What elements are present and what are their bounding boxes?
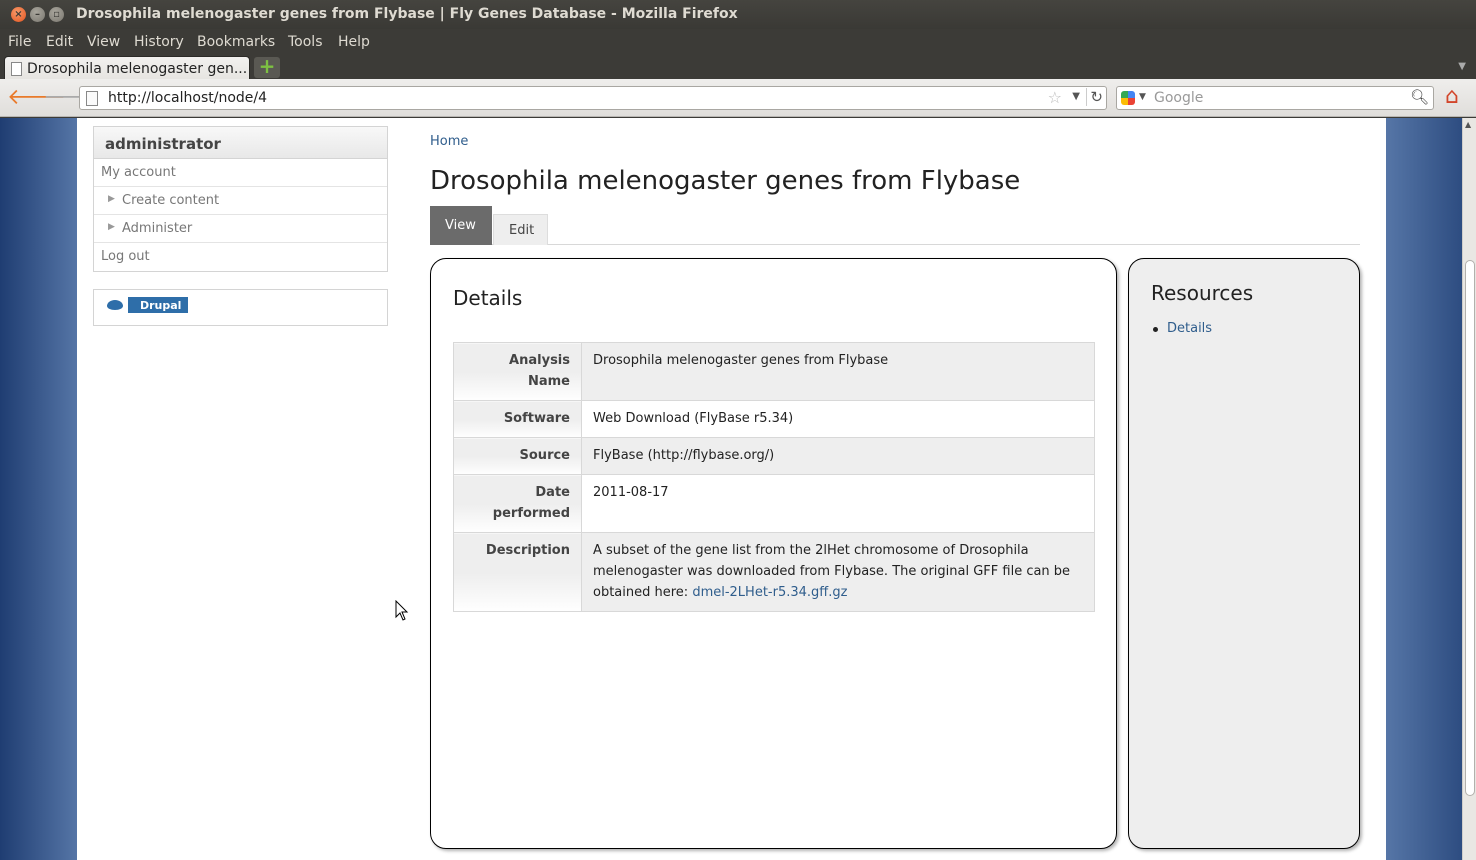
details-panel: Details Analysis Name Drosophila melenog… [430, 258, 1117, 849]
sidebar-item-label: Create content [122, 193, 220, 208]
table-row: Software Web Download (FlyBase r5.34) [453, 400, 1095, 438]
page-icon [11, 62, 22, 76]
search-engine-dropdown-icon[interactable]: ▼ [1139, 92, 1146, 102]
sidebar-item-administer[interactable]: ▶ Administer [94, 215, 387, 243]
row-value: 2011-08-17 [581, 474, 1095, 533]
url-dropdown-icon[interactable]: ▼ [1072, 91, 1080, 102]
node-tabs: View Edit [430, 206, 1360, 245]
resource-link-details[interactable]: Details [1153, 321, 1212, 336]
tab-view[interactable]: View [430, 206, 492, 245]
browser-tab[interactable]: Drosophila melenogaster gen... [4, 56, 250, 80]
bookmark-star-icon[interactable]: ☆ [1048, 88, 1062, 107]
table-row: Source FlyBase (http://flybase.org/) [453, 437, 1095, 475]
search-icon[interactable]: 🔍︎ [1410, 88, 1429, 106]
minimize-window-button[interactable]: – [30, 7, 45, 22]
page-title: Drosophila melenogaster genes from Flyba… [430, 166, 1021, 196]
drupal-badge[interactable]: Drupal [102, 297, 188, 313]
gff-file-link[interactable]: dmel-2LHet-r5.34.gff.gz [692, 585, 847, 600]
new-tab-button[interactable]: + [254, 56, 280, 78]
url-bar[interactable]: http://localhost/node/4 ☆ ▼ ↻ [79, 86, 1107, 110]
search-input[interactable] [1154, 88, 1404, 108]
row-label: Analysis Name [453, 342, 582, 401]
vertical-scrollbar[interactable]: ▲ [1462, 118, 1476, 860]
page-icon [86, 91, 98, 106]
expand-arrow-icon: ▶ [108, 222, 115, 232]
powered-by-block: Drupal [93, 289, 388, 326]
row-label: Source [453, 437, 582, 475]
page-body: administrator My account ▶ Create conten… [77, 118, 1386, 860]
resources-heading: Resources [1151, 281, 1254, 305]
window-title: Drosophila melenogaster genes from Flyba… [76, 6, 738, 22]
sidebar-item-my-account[interactable]: My account [94, 159, 387, 187]
breadcrumb-home-link[interactable]: Home [430, 134, 468, 149]
tab-edit[interactable]: Edit [493, 214, 548, 245]
row-value: FlyBase (http://flybase.org/) [581, 437, 1095, 475]
row-value: Drosophila melenogaster genes from Flyba… [581, 342, 1095, 401]
tab-title: Drosophila melenogaster gen... [27, 61, 248, 77]
sidebar-item-create-content[interactable]: ▶ Create content [94, 187, 387, 215]
list-tabs-icon[interactable]: ▼ [1458, 61, 1466, 72]
resources-list: Details [1153, 321, 1212, 336]
user-menu-heading: administrator [94, 127, 387, 159]
menu-tools[interactable]: Tools [288, 34, 323, 50]
row-value: A subset of the gene list from the 2lHet… [581, 532, 1095, 612]
row-value: Web Download (FlyBase r5.34) [581, 400, 1095, 438]
resources-panel: Resources Details [1128, 258, 1360, 849]
menu-view[interactable]: View [87, 34, 120, 50]
row-label: Description [453, 532, 582, 612]
url-text[interactable]: http://localhost/node/4 [108, 90, 267, 106]
menu-help[interactable]: Help [338, 34, 370, 50]
table-row: Description A subset of the gene list fr… [453, 532, 1095, 612]
table-row: Analysis Name Drosophila melenogaster ge… [453, 342, 1095, 401]
details-heading: Details [453, 286, 523, 310]
web-viewport: administrator My account ▶ Create conten… [0, 118, 1476, 860]
row-label: Date performed [453, 474, 582, 533]
reload-icon[interactable]: ↻ [1086, 88, 1103, 106]
scrollbar-thumb[interactable] [1465, 260, 1475, 796]
user-menu-block: administrator My account ▶ Create conten… [93, 126, 388, 272]
sidebar-item-log-out[interactable]: Log out [94, 243, 387, 271]
sidebar-item-label: Log out [101, 249, 150, 264]
sidebar-item-label: My account [101, 165, 176, 180]
menu-bar: File Edit View History Bookmarks Tools H… [0, 29, 1476, 55]
sidebar-item-label: Administer [122, 221, 193, 236]
menu-history[interactable]: History [134, 34, 184, 50]
close-window-button[interactable]: × [11, 7, 26, 22]
home-button[interactable]: ⌂ [1445, 86, 1459, 108]
search-engine-icon[interactable] [1121, 91, 1135, 105]
drupal-logo-icon [102, 297, 128, 313]
drupal-badge-label: Drupal [140, 298, 182, 312]
details-table: Analysis Name Drosophila melenogaster ge… [453, 342, 1095, 612]
menu-file[interactable]: File [8, 34, 31, 50]
row-label: Software [453, 400, 582, 438]
window-titlebar: × – ▫ Drosophila melenogaster genes from… [0, 0, 1476, 29]
scroll-up-arrow-icon[interactable]: ▲ [1465, 120, 1471, 129]
menu-bookmarks[interactable]: Bookmarks [197, 34, 275, 50]
tab-bar: Drosophila melenogaster gen... + ▼ [0, 55, 1476, 80]
expand-arrow-icon: ▶ [108, 194, 115, 204]
search-bar[interactable]: ▼ 🔍︎ [1116, 86, 1434, 110]
maximize-window-button[interactable]: ▫ [49, 7, 64, 22]
menu-edit[interactable]: Edit [46, 34, 73, 50]
navigation-toolbar: 🡐 🡒 http://localhost/node/4 ☆ ▼ ↻ ▼ 🔍︎ ⌂ [0, 79, 1476, 117]
table-row: Date performed 2011-08-17 [453, 474, 1095, 533]
